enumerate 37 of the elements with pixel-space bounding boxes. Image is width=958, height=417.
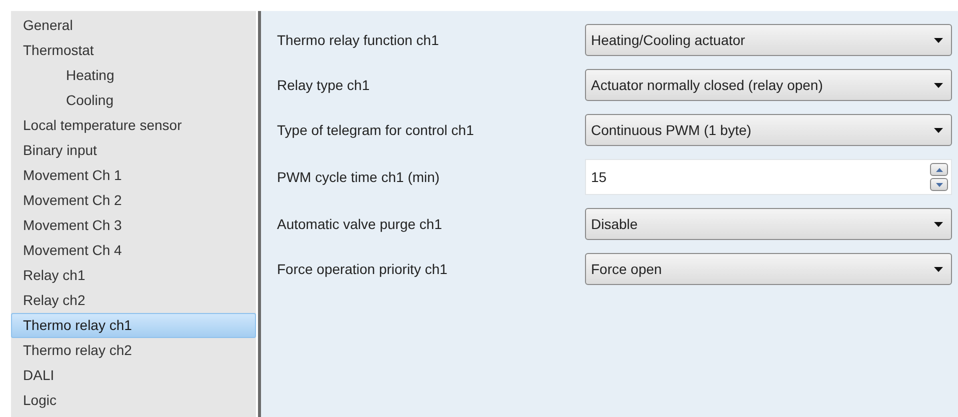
parameter-label: Type of telegram for control ch1 bbox=[277, 120, 474, 140]
tree-item[interactable]: Logic bbox=[11, 388, 256, 413]
tree-item[interactable]: Heating bbox=[11, 63, 256, 88]
tree-item[interactable]: Movement Ch 4 bbox=[11, 238, 256, 263]
parameter-label: Relay type ch1 bbox=[277, 76, 370, 95]
dropdown-caret-icon bbox=[934, 222, 943, 226]
tree-item[interactable]: Local temperature sensor bbox=[11, 113, 256, 138]
up-arrow-icon bbox=[936, 168, 942, 172]
dropdown[interactable]: Force open bbox=[585, 253, 952, 285]
tree-item[interactable]: Binary input bbox=[11, 138, 256, 163]
tree-item[interactable]: Relay ch1 bbox=[11, 263, 256, 288]
parameter-label: Thermo relay function ch1 bbox=[277, 30, 439, 50]
parameter-label: PWM cycle time ch1 (min) bbox=[277, 168, 440, 187]
dropdown-caret-icon bbox=[934, 82, 943, 88]
number-field[interactable]: 15 bbox=[585, 159, 952, 195]
decrement-button[interactable] bbox=[930, 178, 948, 191]
tree-item[interactable]: DALI bbox=[11, 363, 256, 388]
dropdown-caret-icon bbox=[934, 38, 943, 42]
tree-item[interactable]: Thermo relay ch1 bbox=[11, 313, 256, 338]
tree-item[interactable]: General bbox=[11, 13, 256, 38]
tree-item[interactable]: Cooling bbox=[11, 88, 256, 113]
down-arrow-icon bbox=[936, 182, 942, 186]
tree-item[interactable]: Thermostat bbox=[11, 38, 256, 63]
dropdown[interactable]: Disable bbox=[585, 208, 952, 240]
tree-item[interactable]: Movement Ch 1 bbox=[11, 163, 256, 188]
tree-item[interactable]: Movement Ch 3 bbox=[11, 213, 256, 238]
dropdown-caret-icon bbox=[934, 128, 943, 132]
parameter-label: Force operation priority ch1 bbox=[277, 260, 448, 279]
parameter-label: Automatic valve purge ch1 bbox=[277, 214, 442, 234]
dropdown-caret-icon bbox=[934, 266, 943, 272]
dropdown[interactable]: Heating/Cooling actuator bbox=[585, 24, 952, 56]
tree-item[interactable]: Thermo relay ch2 bbox=[11, 338, 256, 363]
tree-item[interactable]: Movement Ch 2 bbox=[11, 188, 256, 213]
tree-item[interactable]: Relay ch2 bbox=[11, 288, 256, 313]
increment-button[interactable] bbox=[930, 163, 948, 176]
dropdown[interactable]: Actuator normally closed (relay open) bbox=[585, 69, 952, 101]
dropdown[interactable]: Continuous PWM (1 byte) bbox=[585, 114, 952, 146]
